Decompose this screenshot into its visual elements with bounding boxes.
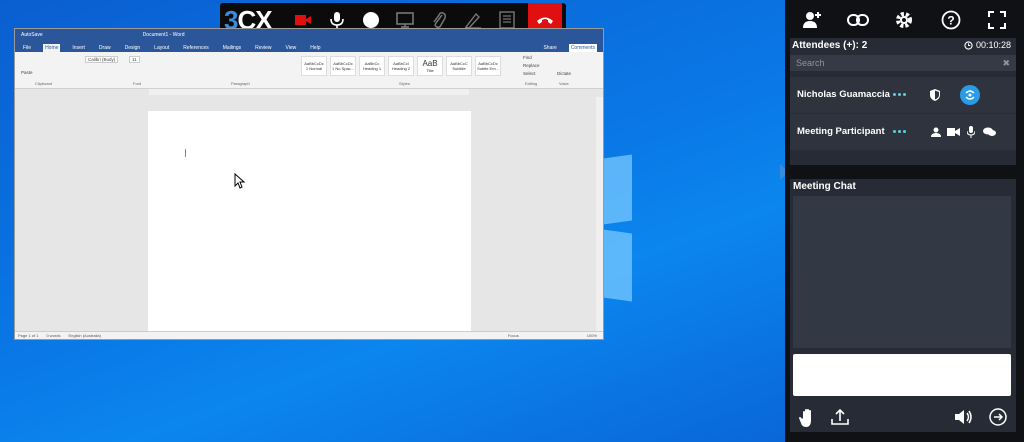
style-heading-2[interactable]: AaBbCcI Heading 2 — [388, 56, 414, 76]
attendee-search-input[interactable]: Search ✖ — [790, 55, 1016, 71]
text-caret — [185, 149, 186, 157]
tab-layout[interactable]: Layout — [152, 44, 171, 52]
settings-button[interactable] — [891, 7, 917, 33]
group-styles: Styles — [399, 81, 410, 86]
comments-button[interactable]: Comments — [568, 44, 597, 52]
chat-bubbles-icon[interactable] — [983, 127, 996, 137]
chat-title: Meeting Chat — [793, 181, 856, 192]
microphone-icon[interactable] — [967, 126, 975, 138]
help-button[interactable]: ? — [938, 7, 964, 33]
speaker-icon[interactable] — [954, 409, 974, 425]
fullscreen-icon — [987, 11, 1006, 29]
send-icon[interactable] — [989, 408, 1007, 426]
tab-mailings[interactable]: Mailings — [221, 44, 243, 52]
attachment-icon — [433, 12, 446, 28]
notes-icon — [499, 11, 515, 29]
style-heading-1[interactable]: AaBbCc Heading 1 — [359, 56, 385, 76]
add-user-icon — [803, 12, 822, 28]
clock-icon — [964, 40, 973, 50]
meeting-panel: ? Attendees (+): 2 00:10:28 Search ✖ Nic… — [785, 0, 1024, 442]
svg-text:?: ? — [947, 14, 954, 28]
find-button[interactable]: Find — [523, 55, 532, 60]
group-editing: Editing — [525, 81, 538, 86]
tab-insert[interactable]: Insert — [70, 44, 87, 52]
style-no-spacing[interactable]: AaBbCcDc 1 No Spac... — [330, 56, 356, 76]
share-button[interactable]: Share — [541, 44, 558, 52]
font-size-select[interactable]: 11 — [129, 56, 140, 63]
document-page[interactable] — [148, 111, 471, 335]
ribbon: Paste Calibri (Body) 11 AaBbCcDc 1 Normal… — [15, 52, 603, 89]
dictate-button[interactable]: Dictate — [557, 71, 571, 76]
presenter-badge-icon[interactable] — [960, 85, 980, 105]
upload-icon[interactable] — [831, 408, 849, 426]
microphone-icon — [330, 12, 344, 28]
hangup-icon — [537, 17, 553, 24]
more-options-icon[interactable] — [893, 130, 906, 133]
attendee-row[interactable]: Meeting Participant — [790, 114, 1016, 150]
select-button[interactable]: Select — [523, 71, 536, 76]
word-title-bar: AutoSave Document1 - Word — [15, 29, 603, 41]
style-normal[interactable]: AaBbCcDc 1 Normal — [301, 56, 327, 76]
attendee-name: Nicholas Guamaccia — [797, 89, 890, 100]
horizontal-ruler — [149, 89, 469, 95]
page-count: Page 1 of 1 — [18, 333, 39, 338]
tab-help[interactable]: Help — [308, 44, 322, 52]
chat-bottom-bar — [793, 406, 1011, 430]
camera-off-icon — [295, 15, 311, 25]
group-font: Font — [133, 81, 142, 86]
tab-view[interactable]: View — [284, 44, 299, 52]
style-title[interactable]: AaB Title — [417, 56, 443, 76]
attendees-heading: Attendees (+): 2 — [792, 40, 868, 51]
language: English (Australia) — [68, 333, 101, 338]
word-count: 0 words — [46, 333, 61, 338]
focus-button[interactable]: Focus — [508, 333, 519, 338]
attendee-row[interactable]: Nicholas Guamaccia — [790, 77, 1016, 113]
link-icon — [847, 14, 870, 26]
chat-message-input[interactable] — [793, 354, 1011, 396]
zoom-level[interactable]: 100% — [587, 333, 597, 338]
tab-file[interactable]: File — [21, 44, 33, 52]
tab-design[interactable]: Design — [123, 44, 143, 52]
mouse-cursor-icon — [234, 173, 246, 189]
group-paragraph: Paragraph — [231, 81, 250, 86]
shield-icon — [930, 89, 940, 101]
raise-hand-icon[interactable] — [799, 408, 817, 428]
styles-gallery: AaBbCcDc 1 Normal AaBbCcDc 1 No Spac... Aa… — [301, 56, 501, 76]
tab-references[interactable]: References — [181, 44, 211, 52]
document-title: Document1 - Word — [142, 32, 185, 38]
whiteboard-icon — [464, 12, 481, 29]
group-clipboard: Clipboard — [35, 81, 53, 86]
replace-button[interactable]: Replace — [523, 63, 540, 68]
more-options-icon[interactable] — [893, 93, 906, 96]
status-bar: Page 1 of 1 0 words English (Australia) … — [15, 331, 603, 339]
vertical-scrollbar[interactable] — [596, 97, 603, 333]
help-icon: ? — [941, 10, 961, 30]
chat-messages-area — [793, 196, 1011, 348]
style-subtitle[interactable]: AaBbCcC Subtitle — [446, 56, 472, 76]
record-icon — [363, 12, 379, 28]
attendee-name: Meeting Participant — [797, 126, 885, 137]
ribbon-tabs: File Home Insert Draw Design Layout Refe… — [15, 41, 603, 52]
font-name-select[interactable]: Calibri (Body) — [85, 56, 119, 63]
meeting-timer: 00:10:28 — [964, 40, 1011, 50]
gear-icon — [896, 12, 913, 28]
clear-search-icon[interactable]: ✖ — [1002, 58, 1010, 69]
screen-share-icon — [396, 12, 414, 28]
paste-button[interactable]: Paste — [21, 70, 33, 75]
panel-top-bar: ? — [785, 0, 1024, 40]
autosave-label[interactable]: AutoSave — [21, 32, 43, 38]
tab-home[interactable]: Home — [43, 44, 61, 52]
copy-link-button[interactable] — [845, 7, 871, 33]
group-voice: Voice — [559, 81, 569, 86]
video-camera-icon[interactable] — [947, 127, 960, 137]
fullscreen-button[interactable] — [984, 7, 1010, 33]
style-subtle-emphasis[interactable]: AaBbCcDc Subtle Em... — [475, 56, 501, 76]
user-icon[interactable] — [931, 127, 941, 137]
timer-value: 00:10:28 — [975, 40, 1011, 50]
tab-review[interactable]: Review — [253, 44, 273, 52]
add-participant-button[interactable] — [799, 7, 825, 33]
tab-draw[interactable]: Draw — [97, 44, 113, 52]
word-window: AutoSave Document1 - Word File Home Inse… — [14, 28, 604, 340]
